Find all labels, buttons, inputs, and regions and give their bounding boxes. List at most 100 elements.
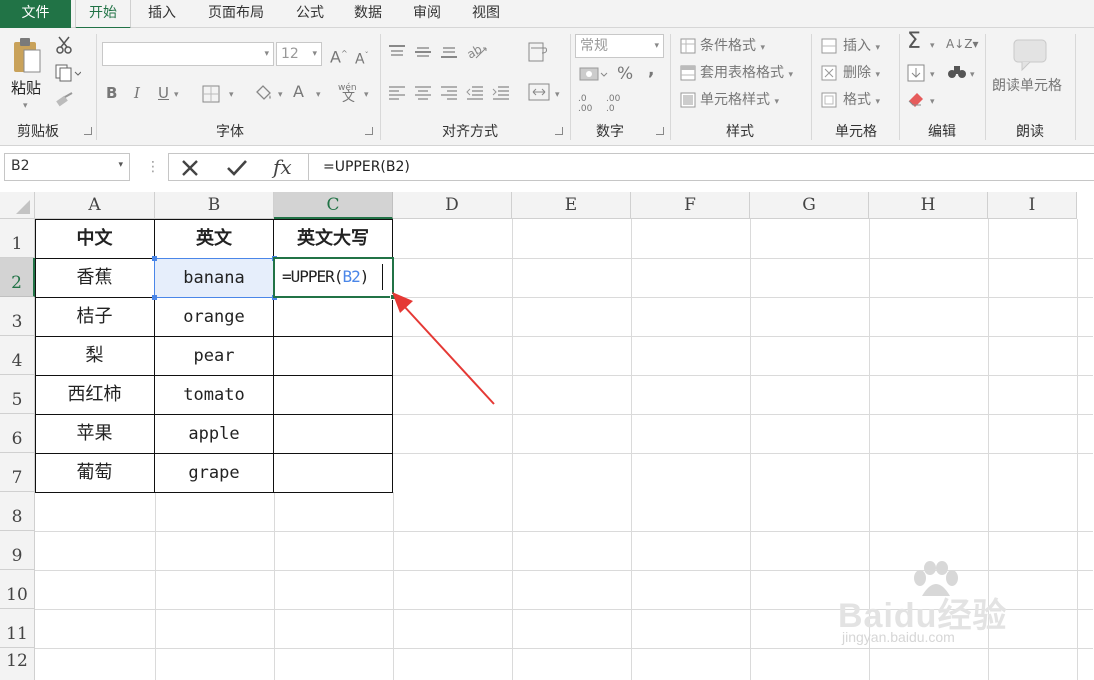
- currency-icon[interactable]: [579, 66, 609, 86]
- select-all-corner[interactable]: [0, 192, 35, 219]
- insert-function-icon[interactable]: fx: [273, 155, 292, 179]
- autosum-dropdown-icon[interactable]: ▾: [930, 36, 935, 56]
- delete-cells-button[interactable]: 删除 ▾: [843, 63, 880, 85]
- copy-icon[interactable]: [55, 64, 82, 86]
- align-top-icon[interactable]: [388, 44, 406, 63]
- tab-review[interactable]: 审阅: [403, 0, 451, 28]
- cell-a1[interactable]: 中文: [35, 220, 154, 258]
- font-size-combobox[interactable]: 12 ▾: [276, 42, 322, 66]
- enter-check-icon[interactable]: [226, 158, 248, 182]
- cell-a7[interactable]: 葡萄: [35, 454, 154, 492]
- cell-a6[interactable]: 苹果: [35, 415, 154, 453]
- column-header-b[interactable]: B: [155, 192, 274, 219]
- font-color-dropdown-icon[interactable]: ▾: [316, 85, 321, 105]
- cell-a4[interactable]: 梨: [35, 337, 154, 375]
- chevron-down-icon[interactable]: ▾: [118, 160, 123, 170]
- cell-b2[interactable]: banana: [155, 259, 273, 297]
- cell-a2[interactable]: 香蕉: [35, 259, 154, 297]
- row-header-3[interactable]: 3: [0, 297, 35, 336]
- cell-b7[interactable]: grape: [155, 454, 273, 492]
- comma-button[interactable]: ,: [648, 60, 654, 80]
- clear-eraser-icon[interactable]: [907, 91, 927, 111]
- cell-b6[interactable]: apple: [155, 415, 273, 453]
- column-header-c[interactable]: C: [274, 192, 393, 219]
- row-header-8[interactable]: 8: [0, 492, 35, 531]
- paste-icon[interactable]: [12, 36, 42, 74]
- merge-dropdown-icon[interactable]: ▾: [555, 85, 560, 105]
- borders-dropdown-icon[interactable]: ▾: [229, 85, 234, 105]
- column-header-e[interactable]: E: [512, 192, 631, 219]
- italic-button[interactable]: I: [134, 83, 140, 103]
- alignment-launcher-icon[interactable]: [555, 127, 563, 135]
- align-left-icon[interactable]: [388, 85, 406, 104]
- align-bottom-icon[interactable]: [440, 44, 458, 63]
- tab-page-layout[interactable]: 页面布局: [196, 0, 276, 28]
- conditional-format-button[interactable]: 条件格式 ▾: [700, 36, 765, 58]
- row-header-12[interactable]: 12: [0, 648, 35, 680]
- tab-formulas[interactable]: 公式: [286, 0, 334, 28]
- cell-b1[interactable]: 英文: [155, 220, 273, 258]
- cell-a5[interactable]: 西红柿: [35, 376, 154, 414]
- bold-button[interactable]: B: [106, 83, 117, 103]
- name-box[interactable]: B2 ▾: [4, 153, 130, 181]
- increase-indent-icon[interactable]: [492, 85, 510, 104]
- pinyin-dropdown-icon[interactable]: ▾: [364, 85, 369, 105]
- wrap-text-icon[interactable]: [528, 42, 548, 66]
- decrease-decimal-button[interactable]: .00 .0: [606, 94, 620, 114]
- row-header-6[interactable]: 6: [0, 414, 35, 453]
- row-header-9[interactable]: 9: [0, 531, 35, 570]
- decrease-indent-icon[interactable]: [466, 85, 484, 104]
- tab-view[interactable]: 视图: [462, 0, 510, 28]
- cut-icon[interactable]: [55, 36, 73, 58]
- column-header-a[interactable]: A: [35, 192, 155, 219]
- shrink-font-icon[interactable]: Aˇ: [355, 46, 369, 70]
- autosum-icon[interactable]: Σ: [907, 31, 921, 53]
- percent-button[interactable]: %: [617, 64, 633, 84]
- fill-down-icon[interactable]: [907, 64, 925, 86]
- borders-icon[interactable]: [202, 85, 220, 107]
- column-header-d[interactable]: D: [393, 192, 512, 219]
- text-orientation-icon[interactable]: ab: [464, 42, 492, 64]
- merge-center-icon[interactable]: [528, 83, 550, 105]
- insert-cells-button[interactable]: 插入 ▾: [843, 36, 880, 58]
- column-header-h[interactable]: H: [869, 192, 988, 219]
- cell-styles-button[interactable]: 单元格样式 ▾: [700, 90, 779, 112]
- cancel-icon[interactable]: [180, 158, 200, 182]
- grow-font-icon[interactable]: A^: [330, 44, 348, 67]
- fill-color-icon[interactable]: [254, 83, 274, 107]
- fill-dropdown-icon[interactable]: ▾: [930, 65, 935, 85]
- row-header-10[interactable]: 10: [0, 570, 35, 609]
- increase-decimal-button[interactable]: .0 .00: [578, 94, 592, 114]
- find-dropdown-icon[interactable]: ▾: [970, 65, 975, 85]
- clear-dropdown-icon[interactable]: ▾: [930, 92, 935, 112]
- column-header-g[interactable]: G: [750, 192, 869, 219]
- cell-a3[interactable]: 桔子: [35, 298, 154, 336]
- row-header-7[interactable]: 7: [0, 453, 35, 492]
- font-name-combobox[interactable]: ▾: [102, 42, 274, 66]
- row-header-1[interactable]: 1: [0, 219, 35, 258]
- font-launcher-icon[interactable]: [365, 127, 373, 135]
- underline-dropdown-icon[interactable]: ▾: [174, 85, 179, 105]
- cell-b5[interactable]: tomato: [155, 376, 273, 414]
- number-launcher-icon[interactable]: [656, 127, 664, 135]
- cell-c1[interactable]: 英文大写: [274, 220, 392, 258]
- cell-b4[interactable]: pear: [155, 337, 273, 375]
- tab-home[interactable]: 开始: [75, 0, 131, 29]
- tab-insert[interactable]: 插入: [138, 0, 186, 28]
- fill-color-dropdown-icon[interactable]: ▾: [278, 85, 283, 105]
- column-header-i[interactable]: I: [988, 192, 1077, 219]
- row-header-2[interactable]: 2: [0, 258, 35, 297]
- paste-dropdown-icon[interactable]: ▾: [23, 96, 28, 116]
- number-format-combobox[interactable]: 常规 ▾: [575, 34, 664, 58]
- format-as-table-button[interactable]: 套用表格格式 ▾: [700, 63, 793, 85]
- align-center-icon[interactable]: [414, 85, 432, 104]
- formula-input[interactable]: =UPPER(B2): [308, 153, 1094, 181]
- sort-filter-icon[interactable]: A↓Z▾: [946, 34, 979, 54]
- align-right-icon[interactable]: [440, 85, 458, 104]
- row-header-11[interactable]: 11: [0, 609, 35, 648]
- cell-b3[interactable]: orange: [155, 298, 273, 336]
- read-cells-button[interactable]: 朗读单元格: [992, 76, 1062, 96]
- column-header-f[interactable]: F: [631, 192, 750, 219]
- font-color-button[interactable]: A: [293, 82, 304, 102]
- row-header-5[interactable]: 5: [0, 375, 35, 414]
